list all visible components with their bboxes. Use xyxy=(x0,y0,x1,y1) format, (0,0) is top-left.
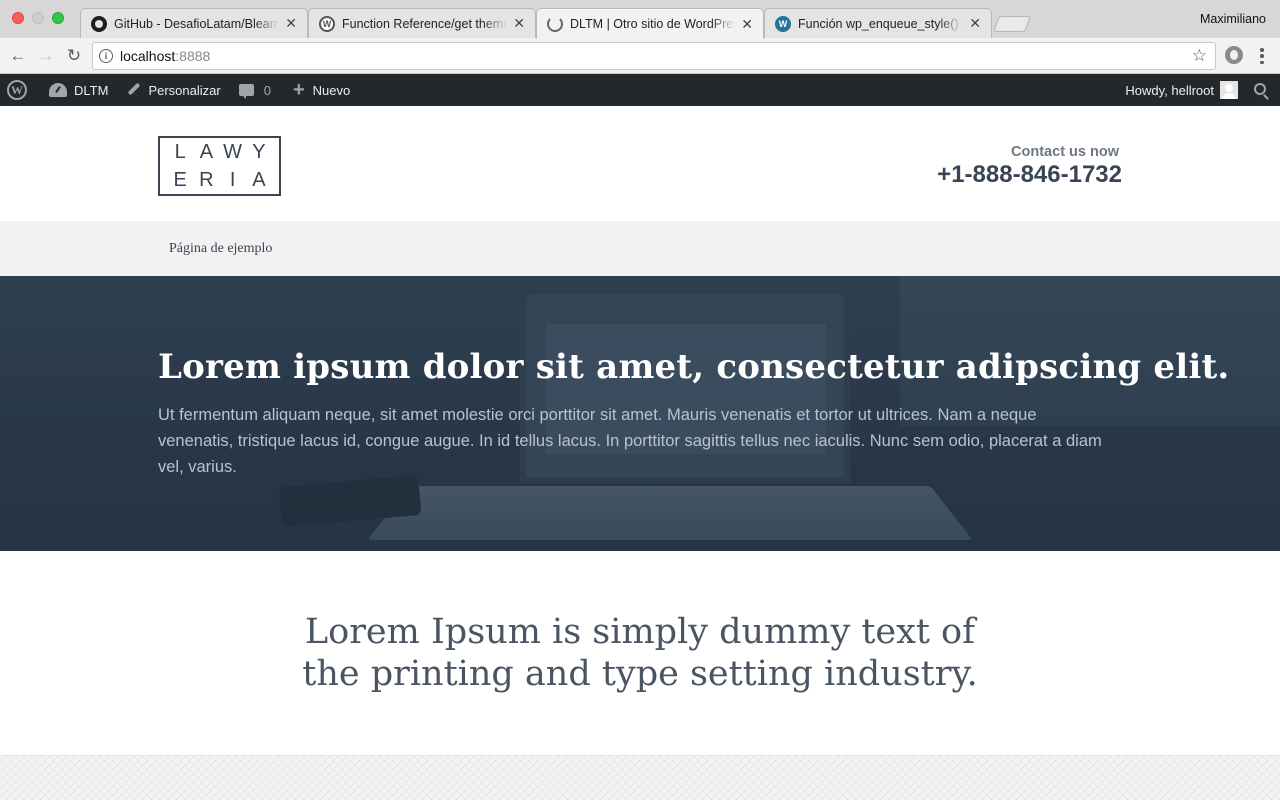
pattern-section xyxy=(0,755,1280,800)
browser-tab-active[interactable]: DLTM | Otro sitio de WordPress ✕ xyxy=(536,8,764,39)
avatar xyxy=(1220,81,1238,99)
logo-letter: Y xyxy=(252,140,266,163)
tab-title: Function Reference/get theme xyxy=(342,16,508,31)
tab-close-icon[interactable]: ✕ xyxy=(285,15,297,32)
dashboard-icon xyxy=(49,83,67,97)
url-host: localhost xyxy=(120,48,176,64)
howdy-text: Howdy, hellroot xyxy=(1125,82,1214,98)
tab-close-icon[interactable]: ✕ xyxy=(969,15,981,32)
info-icon[interactable]: i xyxy=(99,49,113,63)
minimize-window-button[interactable] xyxy=(32,12,44,24)
customize-menu[interactable]: Personalizar xyxy=(116,74,228,106)
logo-letter: A xyxy=(252,168,266,191)
hero-banner: Lorem ipsum dolor sit amet, consectetur … xyxy=(0,276,1280,551)
maximize-window-button[interactable] xyxy=(52,12,64,24)
logo-letter: R xyxy=(199,168,214,191)
tab-title: Función wp_enqueue_style() - xyxy=(798,16,964,31)
contact-block: Contact us now +1-888-846-1732 xyxy=(937,144,1122,189)
browser-tab[interactable]: W Function Reference/get theme ✕ xyxy=(308,8,536,38)
wordpress-icon: W xyxy=(7,80,27,100)
customize-label: Personalizar xyxy=(148,82,221,98)
plus-icon: + xyxy=(292,79,305,101)
logo-letter: L xyxy=(174,140,186,163)
browser-tab-strip: GitHub - DesafioLatam/Blearning ✕ W Func… xyxy=(0,0,1280,39)
back-arrow-icon[interactable]: ← xyxy=(7,45,29,67)
browser-tab[interactable]: GitHub - DesafioLatam/Blearning ✕ xyxy=(80,8,308,38)
wordpress-icon: W xyxy=(319,15,335,32)
forward-arrow-icon[interactable]: → xyxy=(35,45,57,67)
address-bar[interactable]: i localhost:8888 ☆ xyxy=(92,42,1216,70)
my-account-menu[interactable]: Howdy, hellroot xyxy=(1117,74,1238,106)
tab-close-icon[interactable]: ✕ xyxy=(513,15,525,32)
loading-icon xyxy=(547,16,563,32)
site-name-menu[interactable]: DLTM xyxy=(35,74,116,106)
profile-name[interactable]: Maximiliano xyxy=(1200,12,1266,26)
wordpress-icon: W xyxy=(775,15,791,32)
logo-letter: W xyxy=(223,140,243,163)
intro-text: Lorem Ipsum is simply dummy text of the … xyxy=(302,612,978,694)
browser-toolbar: ← → ↻ i localhost:8888 ☆ xyxy=(0,38,1280,74)
contact-phone[interactable]: +1-888-846-1732 xyxy=(937,161,1122,189)
logo-letter: I xyxy=(229,168,236,191)
reload-icon[interactable]: ↻ xyxy=(63,45,85,67)
url-port: :8888 xyxy=(175,48,211,64)
tab-close-icon[interactable]: ✕ xyxy=(741,16,753,33)
new-tab-button[interactable] xyxy=(993,16,1031,32)
close-window-button[interactable] xyxy=(12,12,24,24)
new-label: Nuevo xyxy=(312,82,351,98)
site-nav: Página de ejemplo xyxy=(0,221,1280,276)
comments-count: 0 xyxy=(263,82,271,98)
site-header: L A W Y E R I A Contact us now +1-888-84… xyxy=(0,106,1280,221)
bookmark-star-icon[interactable]: ☆ xyxy=(1192,46,1207,66)
logo-letter: E xyxy=(173,168,187,191)
wp-admin-bar: W DLTM Personalizar 0 + Nuevo Howdy, hel… xyxy=(0,74,1280,106)
github-icon xyxy=(91,15,107,32)
search-icon[interactable] xyxy=(1254,83,1266,95)
nav-link-sample-page[interactable]: Página de ejemplo xyxy=(169,241,272,257)
contact-label: Contact us now xyxy=(1011,144,1119,160)
browser-tab[interactable]: W Función wp_enqueue_style() - ✕ xyxy=(764,8,992,38)
site-logo[interactable]: L A W Y E R I A xyxy=(158,136,281,196)
new-content-menu[interactable]: + Nuevo xyxy=(279,74,358,106)
comments-menu[interactable]: 0 xyxy=(229,74,279,106)
site-name-label: DLTM xyxy=(74,82,109,98)
tab-title: DLTM | Otro sitio de WordPress xyxy=(570,17,736,31)
hero-text: Ut fermentum aliquam neque, sit amet mol… xyxy=(158,406,1102,476)
wp-logo-menu[interactable]: W xyxy=(0,74,35,106)
intro-section: Lorem Ipsum is simply dummy text of the … xyxy=(0,551,1280,755)
browser-menu-icon[interactable] xyxy=(1254,46,1270,66)
tab-title: GitHub - DesafioLatam/Blearning xyxy=(114,16,280,31)
hero-title: Lorem ipsum dolor sit amet, consectetur … xyxy=(158,347,1230,387)
comment-icon xyxy=(238,84,254,99)
extension-icon[interactable] xyxy=(1225,46,1243,64)
logo-letter: A xyxy=(199,140,214,163)
paintbrush-icon xyxy=(126,83,140,97)
